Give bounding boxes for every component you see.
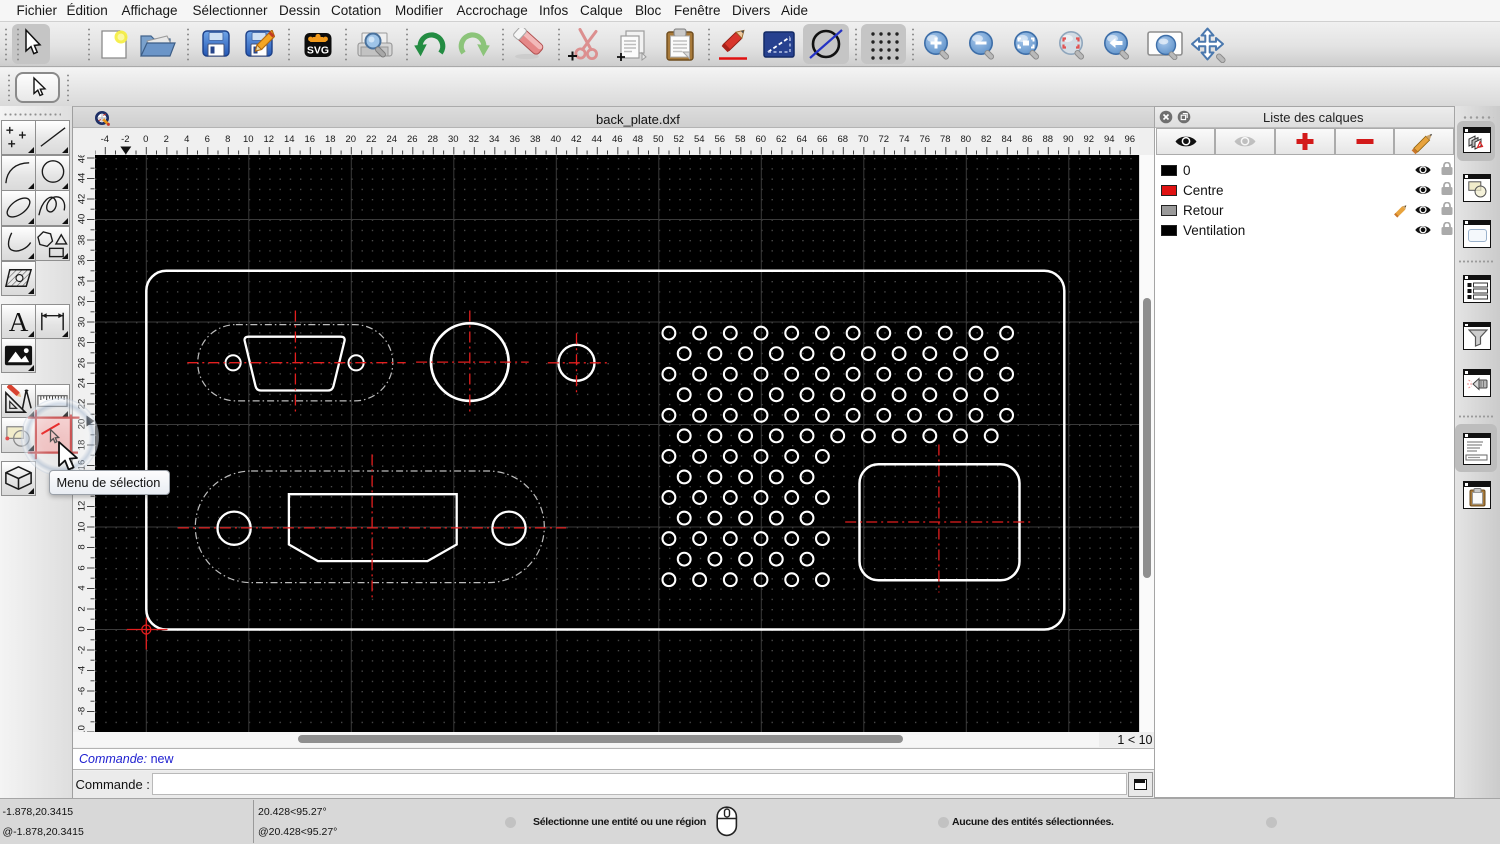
svg-text:A: A xyxy=(9,307,29,337)
svg-text:SVG: SVG xyxy=(307,45,329,57)
